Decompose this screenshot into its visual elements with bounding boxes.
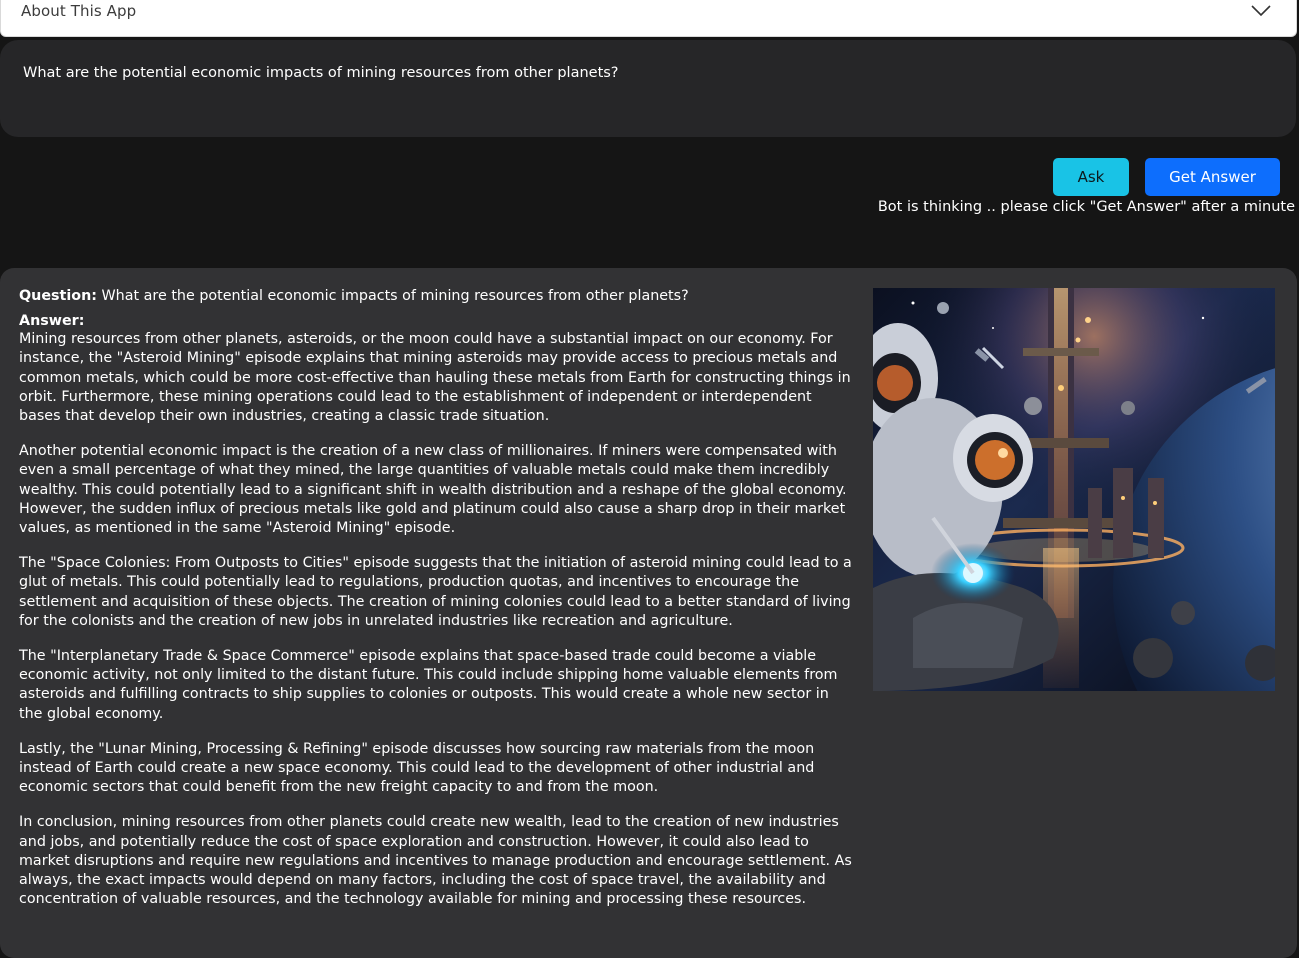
answer-paragraph: In conclusion, mining resources from oth… (19, 814, 852, 908)
answer-paragraph: Lastly, the "Lunar Mining, Processing & … (19, 740, 815, 796)
status-message: Bot is thinking .. please click "Get Ans… (877, 199, 1295, 215)
result-panel: Question: What are the potential economi… (0, 268, 1297, 958)
chevron-down-icon[interactable] (1250, 4, 1272, 18)
space-mining-illustration (873, 288, 1275, 691)
get-answer-button[interactable]: Get Answer (1145, 158, 1280, 196)
answer-paragraph: Another potential economic impact is the… (19, 443, 847, 537)
answer-paragraph: Mining resources from other planets, ast… (19, 331, 851, 425)
ask-button[interactable]: Ask (1053, 158, 1129, 196)
question-input[interactable]: What are the potential economic impacts … (0, 40, 1296, 137)
answer-paragraph: The "Interplanetary Trade & Space Commer… (19, 648, 838, 722)
question-input-value[interactable]: What are the potential economic impacts … (23, 65, 619, 81)
about-app-expander[interactable]: About This App (0, 0, 1297, 37)
question-line: Question: What are the potential economi… (19, 287, 855, 306)
answer-column: Question: What are the potential economi… (19, 287, 855, 925)
question-echo: What are the potential economic impacts … (97, 288, 689, 304)
answer-paragraph: The "Space Colonies: From Outposts to Ci… (19, 555, 852, 629)
about-app-title: About This App (21, 2, 137, 20)
answer-label: Answer: (19, 313, 85, 330)
question-label: Question: (19, 288, 97, 304)
